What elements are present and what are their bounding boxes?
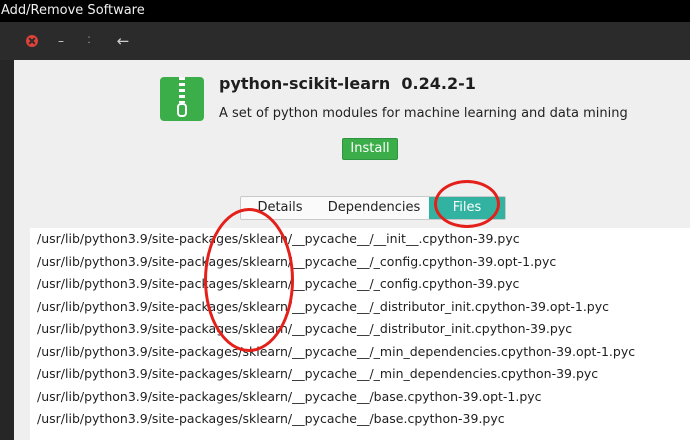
zip-archive-icon xyxy=(160,77,204,121)
back-arrow-icon: ← xyxy=(116,32,130,50)
restore-button[interactable]: ⁚ xyxy=(79,31,99,51)
annotation-circle-sklearn-path xyxy=(204,208,294,352)
restore-icon: ⁚ xyxy=(87,36,91,46)
close-button[interactable] xyxy=(22,31,42,51)
list-item[interactable]: /usr/lib/python3.9/site-packages/sklearn… xyxy=(30,363,690,386)
list-item[interactable]: /usr/lib/python3.9/site-packages/sklearn… xyxy=(30,386,690,409)
package-title: python-scikit-learn 0.24.2-1 xyxy=(219,74,476,93)
package-description: A set of python modules for machine lear… xyxy=(219,106,628,121)
install-button[interactable]: Install xyxy=(342,138,398,160)
zipper-pull xyxy=(177,103,187,117)
left-gutter xyxy=(0,60,14,440)
package-details-panel: python-scikit-learn 0.24.2-1 A set of py… xyxy=(14,60,690,440)
list-item[interactable]: /usr/lib/python3.9/site-packages/sklearn… xyxy=(30,296,690,319)
back-button[interactable]: ← xyxy=(113,31,133,51)
list-item[interactable]: /usr/lib/python3.9/site-packages/sklearn… xyxy=(30,408,690,431)
list-item[interactable]: /usr/lib/python3.9/site-packages/sklearn… xyxy=(30,273,690,296)
zipper-stripe xyxy=(179,77,185,103)
list-item[interactable]: /usr/lib/python3.9/site-packages/sklearn… xyxy=(30,341,690,364)
list-item[interactable]: /usr/lib/python3.9/site-packages/sklearn… xyxy=(30,228,690,251)
file-list[interactable]: /usr/lib/python3.9/site-packages/sklearn… xyxy=(30,228,690,440)
header-bar: – ⁚ ← xyxy=(0,22,690,60)
tab-dependencies[interactable]: Dependencies xyxy=(319,197,429,219)
annotation-circle-files-tab xyxy=(434,180,500,228)
list-item[interactable]: /usr/lib/python3.9/site-packages/sklearn… xyxy=(30,318,690,341)
minimize-icon: – xyxy=(58,34,64,48)
window-title: Add/Remove Software xyxy=(0,0,690,22)
close-icon xyxy=(26,35,38,47)
list-item[interactable]: /usr/lib/python3.9/site-packages/sklearn… xyxy=(30,251,690,274)
minimize-button[interactable]: – xyxy=(51,31,71,51)
